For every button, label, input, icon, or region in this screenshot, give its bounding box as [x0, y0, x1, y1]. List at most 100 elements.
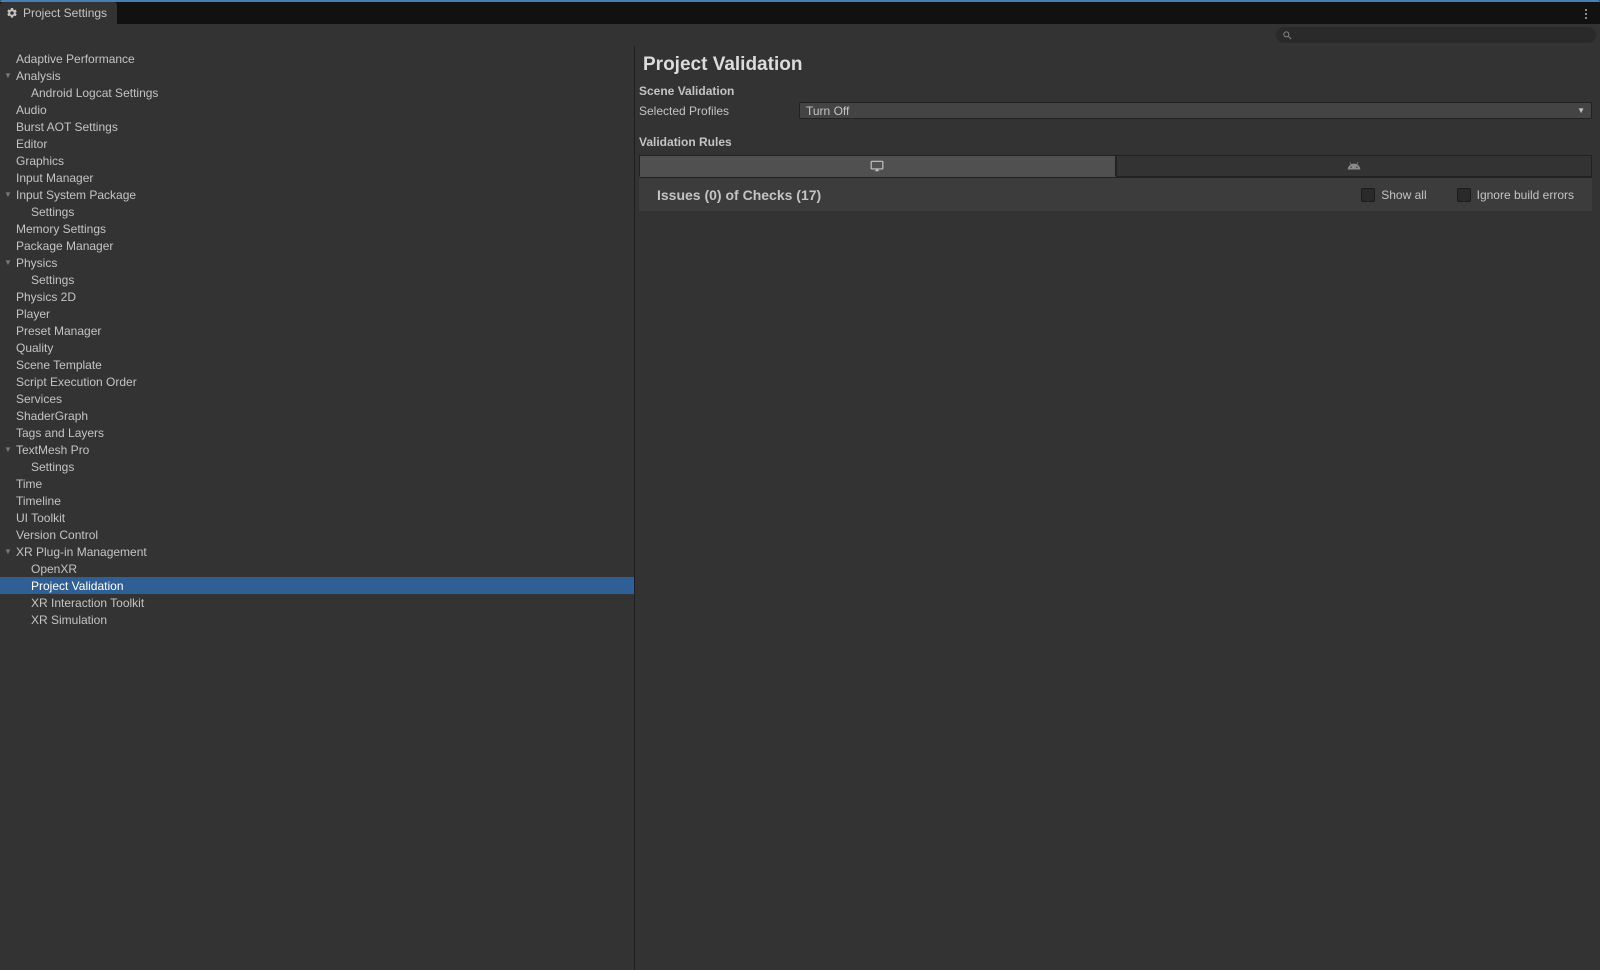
sidebar-item-label: XR Interaction Toolkit: [29, 596, 144, 610]
sidebar-item[interactable]: Time: [0, 475, 634, 492]
issues-list: [639, 211, 1592, 966]
search-icon: [1282, 30, 1293, 41]
sidebar-item-label: OpenXR: [29, 562, 77, 576]
sidebar-item[interactable]: Package Manager: [0, 237, 634, 254]
sidebar-item[interactable]: Scene Template: [0, 356, 634, 373]
sidebar-item[interactable]: Services: [0, 390, 634, 407]
sidebar-item-label: XR Plug-in Management: [14, 545, 147, 559]
sidebar-item-label: XR Simulation: [29, 613, 107, 627]
selected-profiles-dropdown[interactable]: Turn Off ▼: [799, 102, 1592, 119]
page-title: Project Validation: [635, 46, 1596, 82]
chevron-down-icon: ▼: [1577, 106, 1585, 115]
chevron-down-icon: ▼: [2, 445, 14, 454]
search-field[interactable]: [1276, 27, 1596, 43]
sidebar-item[interactable]: Quality: [0, 339, 634, 356]
sidebar-item-label: Analysis: [14, 69, 61, 83]
sidebar-item-label: Input System Package: [14, 188, 136, 202]
sidebar-item[interactable]: Input Manager: [0, 169, 634, 186]
sidebar-item[interactable]: Version Control: [0, 526, 634, 543]
sidebar-item[interactable]: UI Toolkit: [0, 509, 634, 526]
sidebar-item[interactable]: Burst AOT Settings: [0, 118, 634, 135]
platform-tab-standalone[interactable]: [639, 155, 1116, 177]
sidebar-item-label: Settings: [29, 273, 74, 287]
sidebar-item-label: Physics: [14, 256, 57, 270]
sidebar-item-label: TextMesh Pro: [14, 443, 89, 457]
ignore-build-errors-checkbox[interactable]: Ignore build errors: [1457, 188, 1574, 202]
sidebar-item[interactable]: Settings: [0, 203, 634, 220]
platform-tabs: [639, 155, 1592, 177]
sidebar-item-label: Timeline: [14, 494, 61, 508]
toolbar: [0, 24, 1600, 46]
checkbox-box: [1361, 188, 1375, 202]
sidebar-item[interactable]: ▼Physics: [0, 254, 634, 271]
ignore-build-errors-label: Ignore build errors: [1477, 188, 1574, 202]
sidebar-item[interactable]: XR Simulation: [0, 611, 634, 628]
sidebar-item-label: Adaptive Performance: [14, 52, 135, 66]
sidebar-item[interactable]: Physics 2D: [0, 288, 634, 305]
gear-icon: [6, 7, 18, 19]
window-tab-label: Project Settings: [23, 6, 107, 20]
sidebar-item[interactable]: ▼TextMesh Pro: [0, 441, 634, 458]
selected-profiles-value: Turn Off: [806, 104, 849, 118]
selected-profiles-row: Selected Profiles Turn Off ▼: [635, 100, 1596, 121]
issues-bar: Issues (0) of Checks (17) Show all Ignor…: [639, 177, 1592, 211]
settings-sidebar[interactable]: Adaptive Performance▼AnalysisAndroid Log…: [0, 46, 635, 970]
window-menu-button[interactable]: [1578, 9, 1594, 19]
android-icon: [1347, 159, 1361, 173]
scene-validation-label: Scene Validation: [635, 82, 1596, 100]
sidebar-item[interactable]: Android Logcat Settings: [0, 84, 634, 101]
sidebar-item-label: Memory Settings: [14, 222, 106, 236]
sidebar-item[interactable]: Settings: [0, 271, 634, 288]
sidebar-item-label: Player: [14, 307, 50, 321]
chevron-down-icon: ▼: [2, 71, 14, 80]
settings-content: Project Validation Scene Validation Sele…: [635, 46, 1600, 970]
window-tab-project-settings[interactable]: Project Settings: [0, 2, 117, 24]
sidebar-item-label: Audio: [14, 103, 47, 117]
sidebar-item-label: Tags and Layers: [14, 426, 104, 440]
platform-tab-android[interactable]: [1116, 155, 1593, 177]
sidebar-item[interactable]: Project Validation: [0, 577, 634, 594]
sidebar-item-label: Android Logcat Settings: [29, 86, 158, 100]
sidebar-item[interactable]: Audio: [0, 101, 634, 118]
search-input[interactable]: [1298, 29, 1590, 41]
sidebar-item-label: ShaderGraph: [14, 409, 88, 423]
sidebar-item-label: Script Execution Order: [14, 375, 137, 389]
sidebar-item-label: Quality: [14, 341, 53, 355]
sidebar-item-label: Graphics: [14, 154, 64, 168]
sidebar-item[interactable]: ▼XR Plug-in Management: [0, 543, 634, 560]
body: Adaptive Performance▼AnalysisAndroid Log…: [0, 46, 1600, 970]
validation-rules-label: Validation Rules: [635, 133, 1596, 151]
sidebar-item[interactable]: XR Interaction Toolkit: [0, 594, 634, 611]
sidebar-item[interactable]: Script Execution Order: [0, 373, 634, 390]
sidebar-item[interactable]: OpenXR: [0, 560, 634, 577]
sidebar-item[interactable]: Adaptive Performance: [0, 50, 634, 67]
sidebar-item-label: Time: [14, 477, 42, 491]
sidebar-item[interactable]: Graphics: [0, 152, 634, 169]
sidebar-item-label: Settings: [29, 205, 74, 219]
sidebar-item[interactable]: Editor: [0, 135, 634, 152]
sidebar-item-label: Project Validation: [29, 579, 124, 593]
sidebar-item-label: Preset Manager: [14, 324, 101, 338]
sidebar-item[interactable]: Player: [0, 305, 634, 322]
titlebar: Project Settings: [0, 0, 1600, 24]
sidebar-item[interactable]: Settings: [0, 458, 634, 475]
sidebar-item[interactable]: Preset Manager: [0, 322, 634, 339]
sidebar-item-label: Version Control: [14, 528, 98, 542]
sidebar-item[interactable]: Tags and Layers: [0, 424, 634, 441]
sidebar-item-label: Package Manager: [14, 239, 113, 253]
show-all-checkbox[interactable]: Show all: [1361, 188, 1426, 202]
sidebar-item[interactable]: ShaderGraph: [0, 407, 634, 424]
chevron-down-icon: ▼: [2, 258, 14, 267]
sidebar-item[interactable]: ▼Analysis: [0, 67, 634, 84]
sidebar-item[interactable]: Memory Settings: [0, 220, 634, 237]
selected-profiles-label: Selected Profiles: [639, 104, 799, 118]
sidebar-item[interactable]: Timeline: [0, 492, 634, 509]
sidebar-item-label: UI Toolkit: [14, 511, 65, 525]
monitor-icon: [870, 159, 884, 173]
checkbox-box: [1457, 188, 1471, 202]
sidebar-item-label: Editor: [14, 137, 47, 151]
sidebar-item[interactable]: ▼Input System Package: [0, 186, 634, 203]
sidebar-item-label: Services: [14, 392, 62, 406]
issues-count-label: Issues (0) of Checks (17): [657, 187, 821, 203]
sidebar-item-label: Burst AOT Settings: [14, 120, 118, 134]
